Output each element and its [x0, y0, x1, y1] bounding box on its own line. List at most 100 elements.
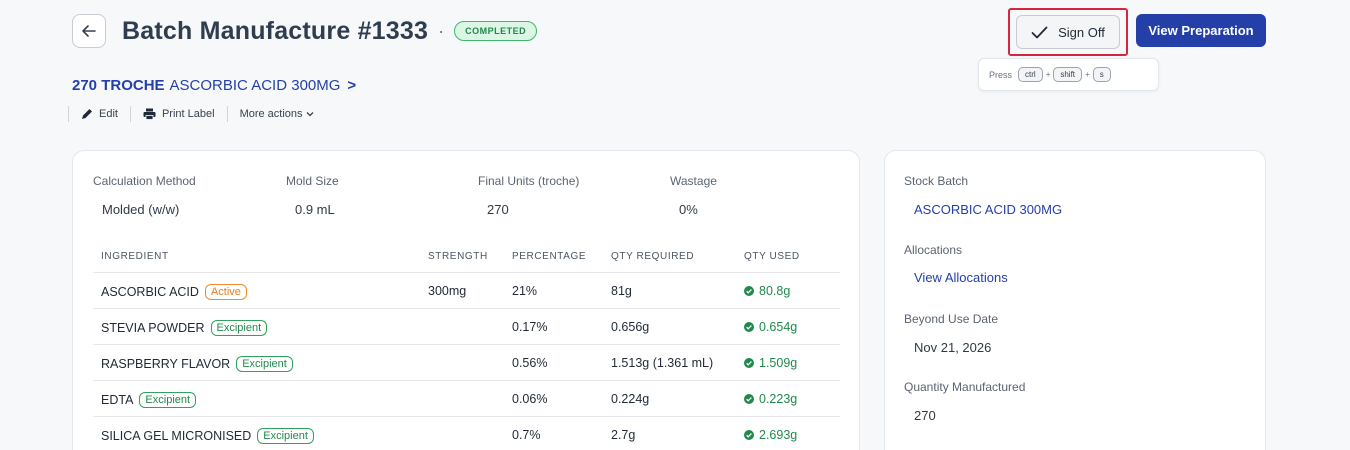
plus-sign: + — [1085, 70, 1090, 79]
ingredient-type-badge: Excipient — [139, 392, 197, 408]
product-quantity: 270 TROCHE — [72, 77, 165, 94]
ingredient-cell: STEVIA POWDER Excipient — [101, 320, 268, 336]
ingredient-name: ASCORBIC ACID — [101, 285, 199, 299]
qty-used-value: 0.654g — [759, 320, 798, 334]
qty-manufactured-label: Quantity Manufactured — [904, 380, 1026, 394]
wastage-label: Wastage — [670, 174, 717, 188]
printer-icon — [143, 108, 156, 120]
percentage-cell: 21% — [512, 284, 538, 298]
key-s: s — [1092, 67, 1111, 82]
ingredient-type-badge: Excipient — [236, 356, 293, 372]
product-link[interactable]: 270 TROCHE ASCORBIC ACID 300MG > — [72, 77, 356, 94]
chevron-right-icon: > — [347, 77, 357, 94]
ingredient-type-badge: Excipient — [257, 428, 314, 444]
more-actions-button[interactable]: More actions — [228, 108, 332, 120]
check-circle-icon — [744, 286, 754, 296]
back-button[interactable] — [72, 14, 106, 48]
qty-used-value: 0.223g — [759, 392, 798, 406]
ingredient-name: SILICA GEL MICRONISED — [101, 429, 252, 443]
product-name: ASCORBIC ACID 300MG — [169, 77, 341, 94]
qty-used-cell: 0.223g — [744, 392, 797, 406]
column-header-percentage: PERCENTAGE — [512, 251, 587, 262]
check-circle-icon — [744, 430, 754, 440]
bud-label: Beyond Use Date — [904, 312, 999, 326]
qty-used-value: 80.8g — [759, 284, 791, 298]
qty-used-cell: 1.509g — [744, 356, 797, 370]
final-units-value: 270 — [487, 202, 509, 217]
table-row: STEVIA POWDER Excipient 0.17% 0.656g 0.6… — [93, 309, 840, 345]
percentage-cell: 0.56% — [512, 356, 548, 370]
ingredient-cell: RASPBERRY FLAVOR Excipient — [101, 356, 293, 372]
ingredient-cell: EDTA Excipient — [101, 392, 197, 408]
batch-info-card: Stock Batch ASCORBIC ACID 300MG Allocati… — [884, 150, 1266, 450]
view-allocations-link[interactable]: View Allocations — [914, 270, 1008, 285]
ingredient-name: STEVIA POWDER — [101, 321, 205, 335]
allocations-label: Allocations — [904, 243, 963, 257]
table-header: INGREDIENT STRENGTH PERCENTAGE QTY REQUI… — [93, 243, 840, 273]
ingredient-cell: SILICA GEL MICRONISED Excipient — [101, 428, 314, 444]
key-shift: shift — [1053, 67, 1083, 82]
column-header-strength: STRENGTH — [428, 251, 488, 262]
key-ctrl: ctrl — [1018, 67, 1043, 82]
chevron-down-icon — [306, 112, 314, 117]
pencil-icon — [82, 109, 92, 119]
mold-size-value: 0.9 mL — [295, 202, 335, 217]
column-header-qty-used: QTY USED — [744, 251, 800, 262]
status-badge: COMPLETED — [454, 21, 538, 41]
wastage-value: 0% — [679, 202, 698, 217]
title-separator: · — [438, 20, 445, 41]
table-row: SILICA GEL MICRONISED Excipient 0.7% 2.7… — [93, 417, 840, 450]
arrow-left-icon — [82, 25, 96, 37]
percentage-cell: 0.06% — [512, 392, 548, 406]
calc-method-value: Molded (w/w) — [102, 202, 180, 217]
final-units-label: Final Units (troche) — [478, 174, 580, 188]
plus-sign: + — [1045, 70, 1051, 79]
print-label-button[interactable]: Print Label — [131, 108, 227, 120]
mold-size-label: Mold Size — [286, 174, 339, 188]
actions-bar: Edit Print Label More actions — [68, 106, 332, 122]
calc-method-label: Calculation Method — [93, 174, 196, 188]
page-title: Batch Manufacture #1333 — [122, 16, 429, 45]
page-header: Batch Manufacture #1333 · COMPLETED — [72, 14, 538, 48]
stock-batch-label: Stock Batch — [904, 174, 969, 188]
ingredient-type-badge: Active — [204, 284, 247, 300]
qty-required-cell: 81g — [611, 284, 632, 298]
shortcut-tooltip: Press ctrl + shift + s — [978, 58, 1159, 91]
ingredient-name: RASPBERRY FLAVOR — [101, 357, 231, 371]
table-row: ASCORBIC ACID Active 300mg 21% 81g 80.8g — [93, 273, 840, 309]
check-icon — [1031, 26, 1048, 38]
edit-button[interactable]: Edit — [69, 108, 130, 120]
qty-used-value: 2.693g — [759, 428, 798, 442]
qty-used-cell: 0.654g — [744, 320, 797, 334]
column-header-ingredient: INGREDIENT — [101, 251, 169, 262]
qty-required-cell: 0.224g — [611, 392, 650, 406]
table-row: RASPBERRY FLAVOR Excipient 0.56% 1.513g … — [93, 345, 840, 381]
check-circle-icon — [744, 394, 754, 404]
ingredient-cell: ASCORBIC ACID Active — [101, 284, 247, 300]
qty-manufactured-value: 270 — [914, 408, 936, 423]
check-circle-icon — [744, 322, 754, 332]
strength-cell: 300mg — [428, 284, 467, 298]
stock-batch-link[interactable]: ASCORBIC ACID 300MG — [914, 202, 1062, 217]
ingredient-name: EDTA — [101, 393, 134, 407]
bud-value: Nov 21, 2026 — [914, 340, 992, 355]
column-header-qty-required: QTY REQUIRED — [611, 251, 695, 262]
print-label-label: Print Label — [161, 108, 215, 120]
edit-label: Edit — [99, 108, 118, 120]
sign-off-label: Sign Off — [1058, 24, 1105, 40]
percentage-cell: 0.7% — [512, 428, 541, 442]
qty-required-cell: 2.7g — [611, 428, 636, 442]
ingredients-table: INGREDIENT STRENGTH PERCENTAGE QTY REQUI… — [93, 243, 840, 450]
qty-required-cell: 1.513g (1.361 mL) — [611, 356, 714, 370]
percentage-cell: 0.17% — [512, 320, 548, 334]
view-preparation-button[interactable]: View Preparation — [1136, 14, 1266, 47]
check-circle-icon — [744, 358, 754, 368]
ingredient-type-badge: Excipient — [210, 320, 268, 336]
qty-used-cell: 2.693g — [744, 428, 797, 442]
shortcut-press: Press — [989, 69, 1013, 80]
more-actions-label: More actions — [239, 108, 303, 120]
qty-used-cell: 80.8g — [744, 284, 790, 298]
batch-details-card: Calculation Method Molded (w/w) Mold Siz… — [72, 150, 860, 450]
sign-off-button[interactable]: Sign Off — [1016, 15, 1120, 49]
qty-used-value: 1.509g — [759, 356, 798, 370]
